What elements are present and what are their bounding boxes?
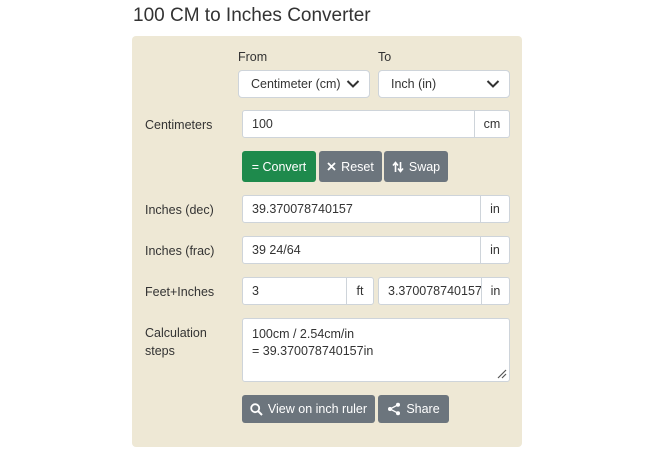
inches-dec-label: Inches (dec) (145, 203, 214, 217)
page-title: 100 CM to Inches Converter (133, 5, 371, 26)
reset-button[interactable]: Reset (319, 151, 382, 182)
to-unit-value: Inch (in) (391, 77, 437, 91)
inches-dec-unit: in (480, 195, 510, 223)
from-label: From (238, 50, 268, 64)
view-on-ruler-button[interactable]: View on inch ruler (242, 395, 375, 423)
share-button[interactable]: Share (378, 395, 449, 423)
to-unit-select[interactable]: Inch (in) (378, 70, 510, 98)
chevron-down-icon (486, 80, 500, 88)
convert-button[interactable]: = Convert (242, 151, 316, 182)
inches-frac-output[interactable]: 39 24/64 (242, 236, 481, 264)
swap-button[interactable]: Swap (384, 151, 448, 182)
swap-label: Swap (408, 159, 441, 174)
converter-panel: From To Centimeter (cm) Inch (in) Centim… (132, 36, 522, 447)
swap-icon (392, 160, 404, 173)
reset-label: Reset (341, 159, 374, 174)
centimeters-label: Centimeters (145, 118, 213, 132)
centimeters-input[interactable]: 100 (242, 110, 475, 138)
share-icon (388, 402, 401, 416)
calculation-steps-text: 100cm / 2.54cm/in = 39.370078740157in (252, 327, 374, 358)
feet-unit: ft (346, 277, 374, 305)
inches-frac-unit: in (480, 236, 510, 264)
calculation-steps-textarea[interactable]: 100cm / 2.54cm/in = 39.370078740157in (242, 318, 510, 382)
to-label: To (378, 50, 392, 64)
chevron-down-icon (346, 80, 360, 88)
view-on-ruler-label: View on inch ruler (267, 402, 368, 416)
share-label: Share (406, 402, 440, 416)
inches-dec-output[interactable]: 39.370078740157 (242, 195, 481, 223)
steps-label-line1: Calculation (145, 326, 207, 340)
feet-inches-remainder-output[interactable]: 3.370078740157 (378, 277, 482, 305)
from-unit-value: Centimeter (cm) (251, 77, 341, 91)
feet-inches-label: Feet+Inches (145, 285, 215, 299)
resize-grip-icon[interactable] (496, 368, 507, 379)
close-icon (327, 162, 336, 171)
steps-label-line2: steps (145, 344, 175, 358)
feet-output[interactable]: 3 (242, 277, 347, 305)
feet-inches-unit: in (481, 277, 510, 305)
inches-frac-label: Inches (frac) (145, 244, 215, 258)
from-unit-select[interactable]: Centimeter (cm) (238, 70, 370, 98)
search-icon (250, 402, 263, 416)
centimeters-unit: cm (474, 110, 510, 138)
